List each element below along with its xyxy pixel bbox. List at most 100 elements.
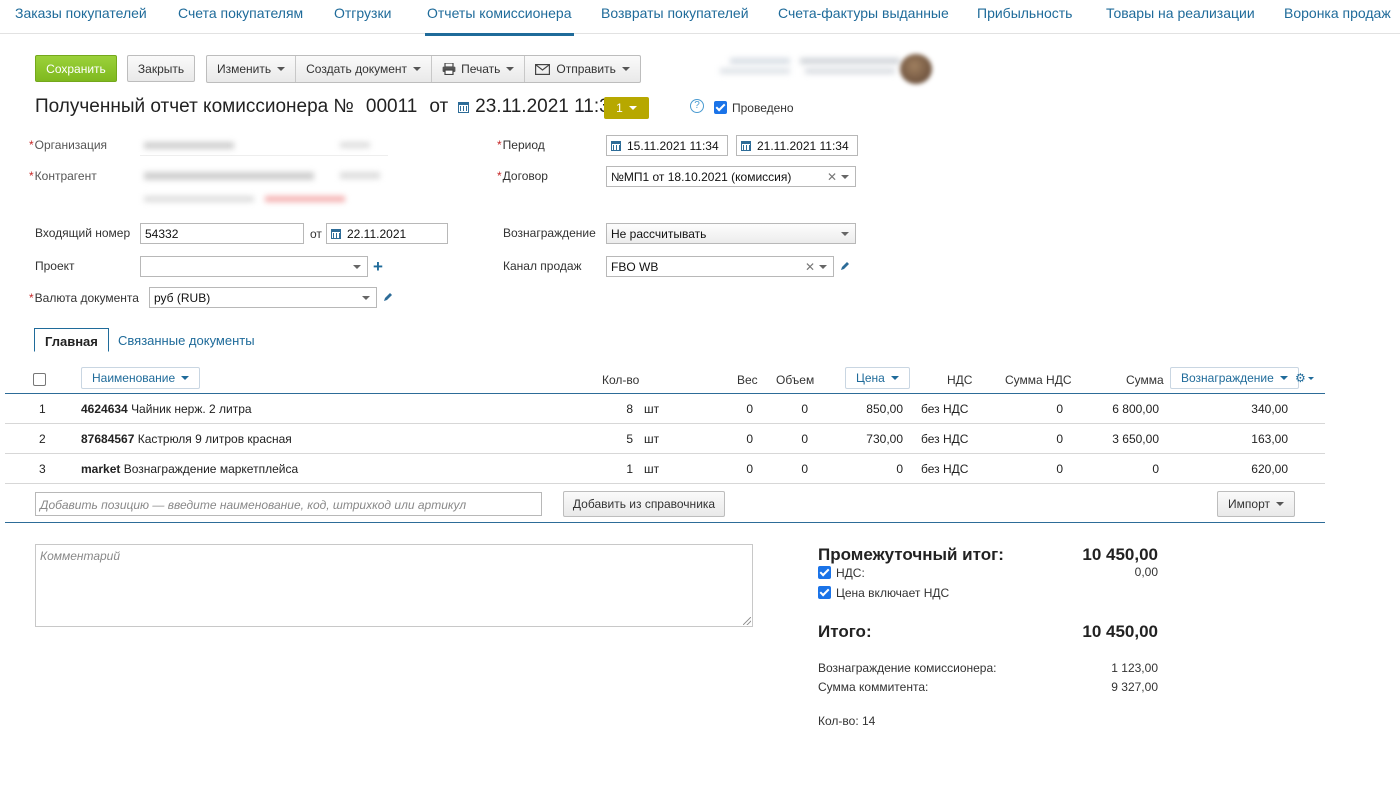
add-position-input[interactable]: Добавить позицию — введите наименование,…	[35, 492, 542, 516]
chevron-down-icon	[890, 376, 899, 380]
calendar-icon	[741, 140, 751, 151]
nav-tab-sales-funnel[interactable]: Воронка продаж	[1284, 5, 1391, 21]
chevron-down-icon	[841, 232, 849, 236]
subtotal-label: Промежуточный итог:	[818, 545, 1004, 564]
add-project-plus-icon[interactable]: +	[373, 258, 383, 275]
printer-icon	[442, 63, 456, 75]
help-icon[interactable]: ?	[690, 99, 704, 113]
chevron-down-icon	[362, 296, 370, 300]
nav-tab-invoices-issued[interactable]: Счета-фактуры выданные	[778, 5, 949, 21]
chevron-down-icon	[506, 67, 515, 71]
edit-button[interactable]: Изменить	[207, 56, 297, 82]
contractor-label: Контрагент	[35, 169, 97, 183]
user-info-blurred	[720, 52, 940, 86]
period-to-input[interactable]: 21.11.2021 11:34	[736, 135, 858, 156]
chevron-down-icon	[1279, 376, 1288, 380]
sales-channel-label: Канал продаж	[503, 259, 582, 273]
document-datetime[interactable]: 23.11.2021 11:30	[458, 96, 620, 118]
period-from-input[interactable]: 15.11.2021 11:34	[606, 135, 728, 156]
select-all-checkbox[interactable]	[33, 373, 46, 386]
column-reward-sort[interactable]: Вознаграждение	[1170, 367, 1299, 389]
price-includes-vat-label: Цена включает НДС	[836, 586, 950, 600]
avatar[interactable]	[900, 54, 932, 84]
save-button[interactable]: Сохранить	[35, 55, 117, 82]
nav-tab-customer-orders[interactable]: Заказы покупателей	[15, 5, 147, 21]
column-vat: НДС	[947, 373, 973, 387]
chevron-down-icon	[413, 67, 422, 71]
posted-checkbox[interactable]	[714, 101, 727, 114]
chevron-down-icon	[353, 265, 361, 269]
committent-sum-label: Сумма коммитента:	[818, 680, 929, 694]
contractor-field[interactable]	[140, 166, 388, 210]
nav-tab-commission-reports[interactable]: Отчеты комиссионера	[425, 5, 573, 36]
commission-reward-label: Вознаграждение комиссионера:	[818, 661, 997, 675]
incoming-number-input[interactable]: 54332	[140, 223, 304, 244]
contract-select[interactable]: №МП1 от 18.10.2021 (комиссия) ✕	[606, 166, 856, 187]
table-row[interactable]: 3 market Вознаграждение маркетплейса 1 ш…	[5, 454, 1325, 484]
chevron-down-icon	[1275, 502, 1284, 506]
column-settings-gear-icon[interactable]: ⚙	[1295, 371, 1314, 385]
subtotal-value: 10 450,00	[1082, 545, 1158, 564]
sales-channel-select[interactable]: FBO WB ✕	[606, 256, 834, 277]
column-price-sort[interactable]: Цена	[845, 367, 910, 389]
currency-select[interactable]: руб (RUB)	[149, 287, 377, 308]
nav-tab-customer-returns[interactable]: Возвраты покупателей	[601, 5, 749, 21]
incoming-date-input[interactable]: 22.11.2021	[326, 223, 448, 244]
pencil-icon[interactable]	[840, 261, 850, 271]
project-select[interactable]	[140, 256, 368, 277]
chevron-down-icon	[277, 67, 286, 71]
pencil-icon[interactable]	[383, 292, 393, 302]
column-name-sort[interactable]: Наименование	[81, 367, 201, 389]
posted-label: Проведено	[732, 101, 794, 115]
contract-label: Договор	[503, 169, 548, 183]
nav-tab-profitability[interactable]: Прибыльность	[977, 5, 1072, 21]
column-sum: Сумма	[1126, 373, 1164, 387]
print-button[interactable]: Печать	[432, 56, 526, 82]
reward-label: Вознаграждение	[503, 226, 596, 240]
column-weight: Вес	[737, 373, 758, 387]
page-title: Полученный отчет комиссионера № 00011 от…	[35, 96, 621, 118]
vat-checkbox[interactable]	[818, 566, 831, 579]
organization-label: Организация	[35, 138, 107, 152]
status-dropdown[interactable]: 1	[604, 97, 649, 119]
table-row[interactable]: 2 87684567 Кастрюля 9 литров красная 5 ш…	[5, 424, 1325, 454]
calendar-icon	[331, 228, 341, 239]
column-qty: Кол-во	[602, 373, 640, 387]
toolbar-button-group: Изменить Создать документ Печать Отправи…	[206, 55, 641, 83]
total-label: Итого:	[818, 622, 872, 641]
chevron-down-icon	[628, 106, 637, 110]
create-document-button[interactable]: Создать документ	[296, 56, 433, 82]
clear-icon[interactable]: ✕	[827, 170, 837, 184]
committent-sum-value: 9 327,00	[1111, 680, 1158, 694]
column-vat-sum: Сумма НДС	[1005, 373, 1072, 387]
commission-reward-value: 1 123,00	[1111, 661, 1158, 675]
document-number[interactable]: 00011	[366, 96, 417, 118]
calendar-icon	[611, 140, 621, 151]
total-value: 10 450,00	[1082, 622, 1158, 641]
add-from-catalog-button[interactable]: Добавить из справочника	[563, 491, 725, 517]
nav-tab-shipments[interactable]: Отгрузки	[334, 5, 391, 21]
nav-tab-customer-invoices[interactable]: Счета покупателям	[178, 5, 303, 21]
nav-tab-consignment-goods[interactable]: Товары на реализации	[1106, 5, 1255, 21]
close-button[interactable]: Закрыть	[127, 55, 195, 82]
tab-main[interactable]: Главная	[34, 328, 109, 352]
reward-select[interactable]: Не рассчитывать	[606, 223, 856, 244]
resize-handle-icon[interactable]	[743, 617, 751, 625]
organization-field[interactable]	[140, 136, 388, 156]
price-includes-vat-checkbox[interactable]	[818, 586, 831, 599]
period-label: Период	[503, 138, 545, 152]
comment-textarea[interactable]: Комментарий	[35, 544, 753, 627]
table-row[interactable]: 1 4624634 Чайник нерж. 2 литра 8 шт 0 0 …	[5, 394, 1325, 424]
clear-icon[interactable]: ✕	[805, 260, 815, 274]
envelope-icon	[535, 63, 551, 75]
send-button[interactable]: Отправить	[525, 56, 640, 82]
top-nav: Заказы покупателей Счета покупателям Отг…	[0, 0, 1400, 36]
currency-label: Валюта документа	[35, 291, 139, 305]
chevron-down-icon	[181, 376, 190, 380]
import-button[interactable]: Импорт	[1217, 491, 1295, 517]
tab-related-documents[interactable]: Связанные документы	[108, 328, 265, 352]
column-volume: Объем	[776, 373, 815, 387]
chevron-down-icon	[841, 175, 849, 179]
project-label: Проект	[35, 259, 75, 273]
chevron-down-icon	[621, 67, 630, 71]
